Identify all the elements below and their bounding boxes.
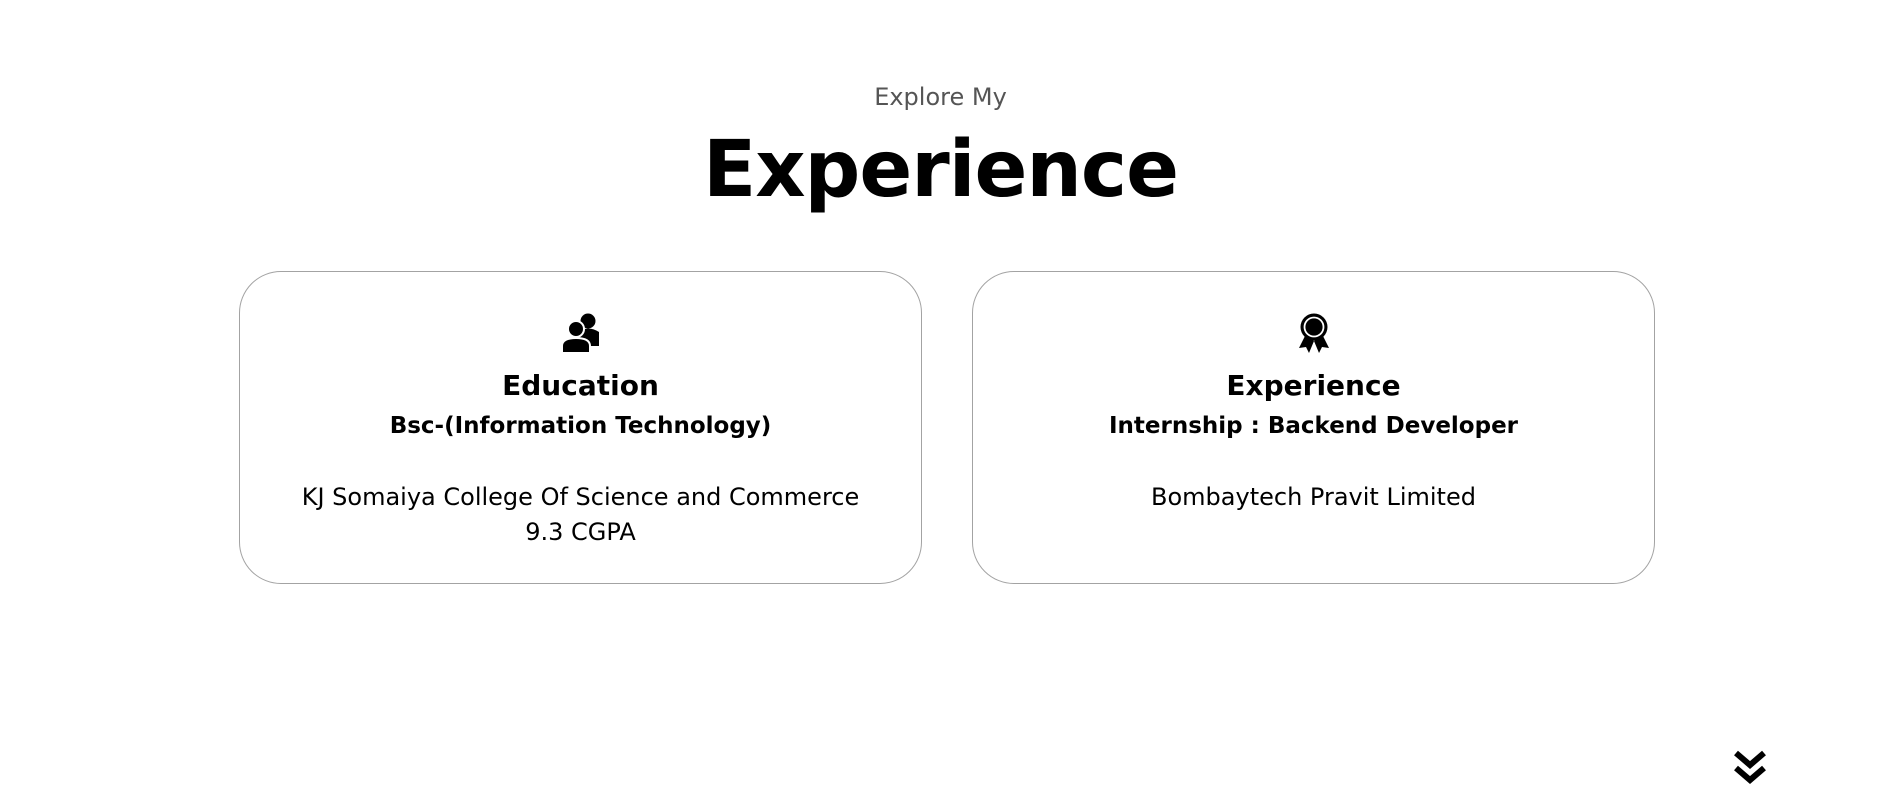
card-body: Bombaytech Pravit Limited	[973, 480, 1654, 515]
award-ribbon-icon	[1298, 313, 1329, 353]
card-body: KJ Somaiya College Of Science and Commer…	[240, 480, 921, 550]
scroll-down-button[interactable]	[1730, 748, 1770, 788]
users-icon	[560, 313, 599, 354]
education-card: Education Bsc-(Information Technology) K…	[239, 271, 922, 584]
experience-section: Explore My Experience Education Bsc-(Inf…	[0, 0, 1881, 801]
card-subheading: Internship : Backend Developer	[1108, 413, 1519, 439]
card-heading: Experience	[1226, 369, 1401, 402]
card-body-line: KJ Somaiya College Of Science and Commer…	[301, 483, 860, 511]
card-body-line: 9.3 CGPA	[525, 518, 636, 546]
double-chevron-down-icon	[1734, 750, 1766, 784]
card-body-line: Bombaytech Pravit Limited	[1151, 483, 1476, 511]
section-pre-title: Explore My	[874, 83, 1007, 111]
experience-card: Experience Internship : Backend Develope…	[972, 271, 1655, 584]
card-heading: Education	[502, 369, 659, 402]
section-title: Experience	[702, 125, 1179, 215]
card-subheading: Bsc-(Information Technology)	[389, 413, 772, 439]
